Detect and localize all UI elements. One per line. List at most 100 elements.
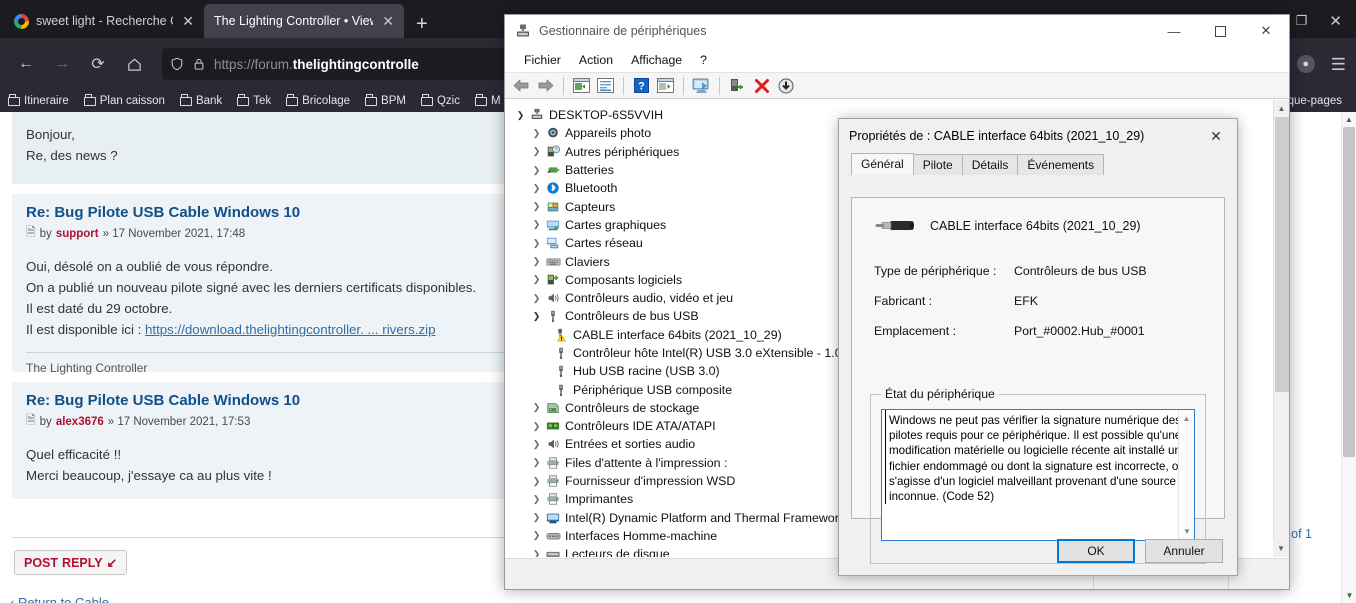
chevron-right-icon[interactable]: ❯ [529, 549, 544, 557]
tab-general[interactable]: Général [851, 153, 914, 175]
printer-icon [544, 474, 562, 488]
update-driver-icon[interactable] [595, 75, 616, 96]
show-hidden-icon[interactable] [655, 75, 676, 96]
scroll-down-icon[interactable]: ▼ [1179, 523, 1194, 540]
chevron-right-icon[interactable]: ❯ [529, 219, 544, 230]
toolbar-separator [623, 76, 624, 95]
tab-lighting-controller[interactable]: The Lighting Controller • View topic ✕ [204, 4, 404, 38]
ok-button[interactable]: OK [1057, 539, 1135, 563]
chevron-right-icon[interactable]: ❯ [529, 238, 544, 249]
bookmark-qzic[interactable]: Qzic [420, 94, 460, 107]
close-button[interactable]: ✕ [1243, 15, 1289, 47]
chevron-right-icon[interactable]: ❯ [529, 165, 544, 176]
tree-label: Lecteurs de disque [565, 547, 670, 557]
tab-close-icon[interactable]: ✕ [380, 14, 396, 28]
bookmark-tek[interactable]: Tek [237, 94, 271, 107]
bookmark-label: BPM [381, 95, 406, 107]
bookmark-bpm[interactable]: BPM [365, 94, 406, 107]
enable-device-icon[interactable] [727, 75, 748, 96]
post-date: » 17 November 2021, 17:48 [102, 227, 246, 240]
menu-help[interactable]: ? [691, 50, 716, 70]
dialog-close-button[interactable]: ✕ [1195, 119, 1237, 153]
uninstall-device-icon[interactable] [751, 75, 772, 96]
chevron-down-icon[interactable]: ❯ [529, 311, 544, 322]
scrollbar-thumb[interactable] [1275, 117, 1289, 392]
minimize-button[interactable]: — [1151, 15, 1197, 47]
account-icon[interactable]: ● [1296, 55, 1315, 73]
window-close-icon[interactable]: ✕ [1329, 12, 1342, 30]
forward-button[interactable]: → [46, 48, 78, 80]
tree-label: CABLE interface 64bits (2021_10_29) [573, 327, 782, 342]
post-author[interactable]: support [56, 228, 99, 240]
help-icon[interactable]: ? [631, 75, 652, 96]
tab-details[interactable]: Détails [961, 154, 1019, 175]
device-status-textarea[interactable]: Windows ne peut pas vérifier la signatur… [881, 409, 1195, 541]
tree-label: Hub USB racine (USB 3.0) [573, 364, 720, 379]
status-scrollbar[interactable]: ▲ ▼ [1178, 410, 1194, 540]
ide-icon [544, 419, 562, 433]
scroll-down-icon[interactable]: ▼ [1273, 540, 1289, 557]
scroll-up-icon[interactable]: ▲ [1179, 410, 1194, 427]
bookmark-itineraire[interactable]: Itineraire [8, 94, 69, 107]
return-to-cable-link[interactable]: ‹ Return to Cable [10, 595, 1290, 603]
reload-button[interactable]: ⟳ [82, 48, 114, 80]
properties-icon[interactable] [571, 75, 592, 96]
usb-icon [544, 309, 562, 323]
chevron-right-icon[interactable]: ❯ [529, 421, 544, 432]
reply-arrow-icon: ↙ [106, 556, 118, 570]
device-tree-scrollbar[interactable]: ▲ [1273, 100, 1289, 557]
bookmark-label: Qzic [436, 95, 460, 107]
chevron-right-icon[interactable]: ❯ [529, 494, 544, 505]
chevron-right-icon[interactable]: ❯ [529, 439, 544, 450]
chevron-right-icon[interactable]: ❯ [529, 274, 544, 285]
download-link[interactable]: https://download.thelightingcontroller. … [145, 322, 435, 337]
bookmark-bricolage[interactable]: Bricolage [286, 94, 350, 107]
home-button[interactable] [118, 48, 150, 80]
tab-close-icon[interactable]: ✕ [180, 14, 196, 28]
toolbar-separator [563, 76, 564, 95]
forward-arrow-icon[interactable] [535, 75, 556, 96]
page-scrollbar[interactable]: ▲ ▼ [1341, 112, 1356, 603]
cancel-button[interactable]: Annuler [1145, 539, 1223, 563]
chevron-right-icon[interactable]: ❯ [529, 476, 544, 487]
tab-google-search[interactable]: sweet light - Recherche Google ✕ [4, 4, 204, 38]
restore-icon[interactable]: ❐ [1296, 13, 1308, 29]
scroll-down-icon[interactable]: ▼ [1342, 588, 1356, 603]
chevron-right-icon[interactable]: ❯ [529, 128, 544, 139]
chevron-right-icon[interactable]: ❯ [529, 201, 544, 212]
chevron-right-icon[interactable]: ❯ [529, 256, 544, 267]
maximize-button[interactable] [1197, 15, 1243, 47]
hamburger-menu-icon[interactable]: ☰ [1331, 56, 1346, 73]
back-arrow-icon[interactable] [511, 75, 532, 96]
scroll-up-icon[interactable]: ▲ [1274, 100, 1289, 117]
chevron-right-icon[interactable]: ❯ [529, 183, 544, 194]
menu-fichier[interactable]: Fichier [515, 50, 570, 70]
post-reply-button[interactable]: POST REPLY ↙ [14, 550, 128, 575]
back-button[interactable]: ← [10, 48, 42, 80]
bookmark-bank[interactable]: Bank [179, 94, 222, 107]
scan-hardware-icon[interactable] [691, 75, 712, 96]
menu-affichage[interactable]: Affichage [622, 50, 691, 70]
chevron-right-icon[interactable]: ❯ [529, 293, 544, 304]
menu-action[interactable]: Action [570, 50, 622, 70]
chevron-right-icon[interactable]: ❯ [529, 457, 544, 468]
bookmark-m[interactable]: M [474, 94, 501, 107]
chevron-right-icon[interactable]: ❯ [529, 402, 544, 413]
chevron-right-icon[interactable]: ❯ [529, 530, 544, 541]
sound-icon [544, 291, 562, 305]
by-label: by [39, 227, 52, 240]
install-driver-icon[interactable] [775, 75, 796, 96]
tab-evenements[interactable]: Événements [1017, 154, 1105, 175]
chevron-right-icon[interactable]: ❯ [529, 146, 544, 157]
bookmarks-overflow-label[interactable]: rque-pages [1284, 95, 1348, 107]
new-tab-button[interactable]: + [404, 14, 440, 38]
post-author[interactable]: alex3676 [56, 416, 104, 428]
dialog-buttons: OK Annuler [1057, 539, 1223, 563]
bookmark-plan-caisson[interactable]: Plan caisson [83, 94, 165, 107]
chevron-right-icon[interactable]: ❯ [529, 512, 544, 523]
scroll-up-icon[interactable]: ▲ [1342, 112, 1356, 127]
scrollbar-thumb[interactable] [1343, 127, 1355, 457]
chevron-down-icon[interactable]: ❯ [513, 110, 528, 121]
post-icon: 🗎 [26, 413, 36, 427]
tab-pilote[interactable]: Pilote [912, 154, 963, 175]
